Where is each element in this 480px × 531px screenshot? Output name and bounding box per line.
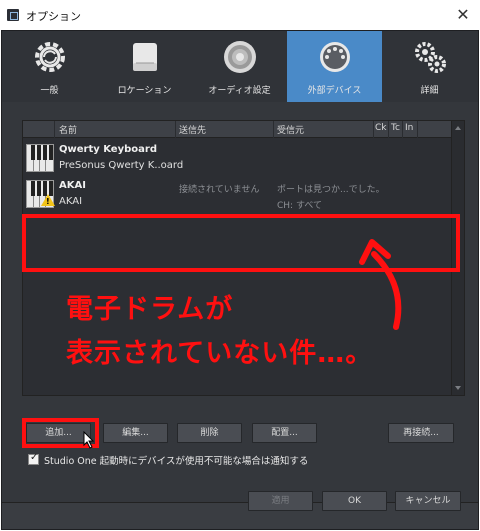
close-button[interactable]: ✕ [450, 4, 476, 26]
column-ck[interactable]: Ck [375, 123, 387, 133]
column-name[interactable]: 名前 [59, 123, 77, 136]
tab-advanced[interactable]: 詳細 [382, 31, 477, 102]
tab-location[interactable]: ロケーション [97, 31, 192, 102]
device-subname: PreSonus Qwerty K..oard [59, 160, 184, 171]
edit-button[interactable]: 編集... [103, 423, 168, 443]
speaker-icon [224, 41, 256, 73]
delete-button[interactable]: 削除 [177, 423, 242, 443]
gear-refresh-icon [35, 42, 65, 72]
device-subname: AKAI [59, 196, 83, 207]
scroll-up-icon[interactable] [455, 126, 461, 130]
column-in[interactable]: In [405, 123, 413, 133]
tab-label: オーディオ設定 [208, 86, 271, 96]
midi-port-icon [320, 42, 350, 72]
column-tc[interactable]: Tc [391, 123, 400, 133]
tab-label: 外部デバイス [307, 86, 362, 96]
ok-button[interactable]: OK [322, 491, 387, 511]
device-row-akai[interactable]: ! AKAI AKAI 接続されていません ポートは見つか...でした。 CH:… [23, 176, 453, 212]
category-tabs: 一般 ロケーション オーディオ設定 外部デバイス 詳細 [2, 31, 478, 102]
mouse-cursor-icon [83, 431, 95, 449]
tab-external-devices[interactable]: 外部デバイス [287, 31, 382, 102]
device-name: AKAI [59, 180, 86, 191]
keyboard-icon [26, 144, 54, 172]
column-receive[interactable]: 受信元 [277, 123, 304, 136]
tab-label: 一般 [40, 86, 59, 96]
app-icon [7, 9, 19, 21]
apply-button[interactable]: 適用 [248, 491, 313, 511]
gears-icon [415, 42, 446, 73]
reconnect-button[interactable]: 再接続... [388, 423, 454, 443]
tab-general[interactable]: 一般 [2, 31, 97, 102]
tab-audio-settings[interactable]: オーディオ設定 [192, 31, 287, 102]
device-name: Qwerty Keyboard [59, 144, 157, 155]
arrange-button[interactable]: 配置... [252, 423, 317, 443]
device-row-qwerty[interactable]: Qwerty Keyboard PreSonus Qwerty K..oard [23, 140, 453, 176]
device-receive: ポートは見つか...でした。 [277, 185, 385, 195]
keyboard-icon: ! [26, 180, 55, 208]
annotation-arrow-icon [359, 239, 402, 330]
device-send: 接続されていません [179, 185, 260, 195]
device-list-header: 名前 送信先 受信元 Ck Tc In [23, 121, 453, 138]
notify-checkbox-label[interactable]: Studio One 起動時にデバイスが使用不可能な場合は通知する [44, 453, 308, 467]
notify-checkbox[interactable]: ✓ [28, 452, 39, 465]
drive-icon [133, 43, 157, 71]
column-send[interactable]: 送信先 [179, 123, 206, 136]
annotation-text-line1: 電子ドラムが [66, 294, 234, 325]
check-icon: ✓ [30, 452, 39, 463]
title-bar: オプション ✕ [0, 0, 480, 30]
annotation-text-line2: 表示されていない件…。 [66, 338, 374, 369]
device-receive-channel: CH: すべて [277, 201, 322, 211]
tab-label: 詳細 [420, 86, 439, 96]
window-title: オプション [26, 10, 81, 23]
tab-label: ロケーション [117, 86, 172, 96]
scroll-down-icon[interactable] [455, 386, 461, 390]
cancel-button[interactable]: キャンセル [395, 491, 461, 511]
